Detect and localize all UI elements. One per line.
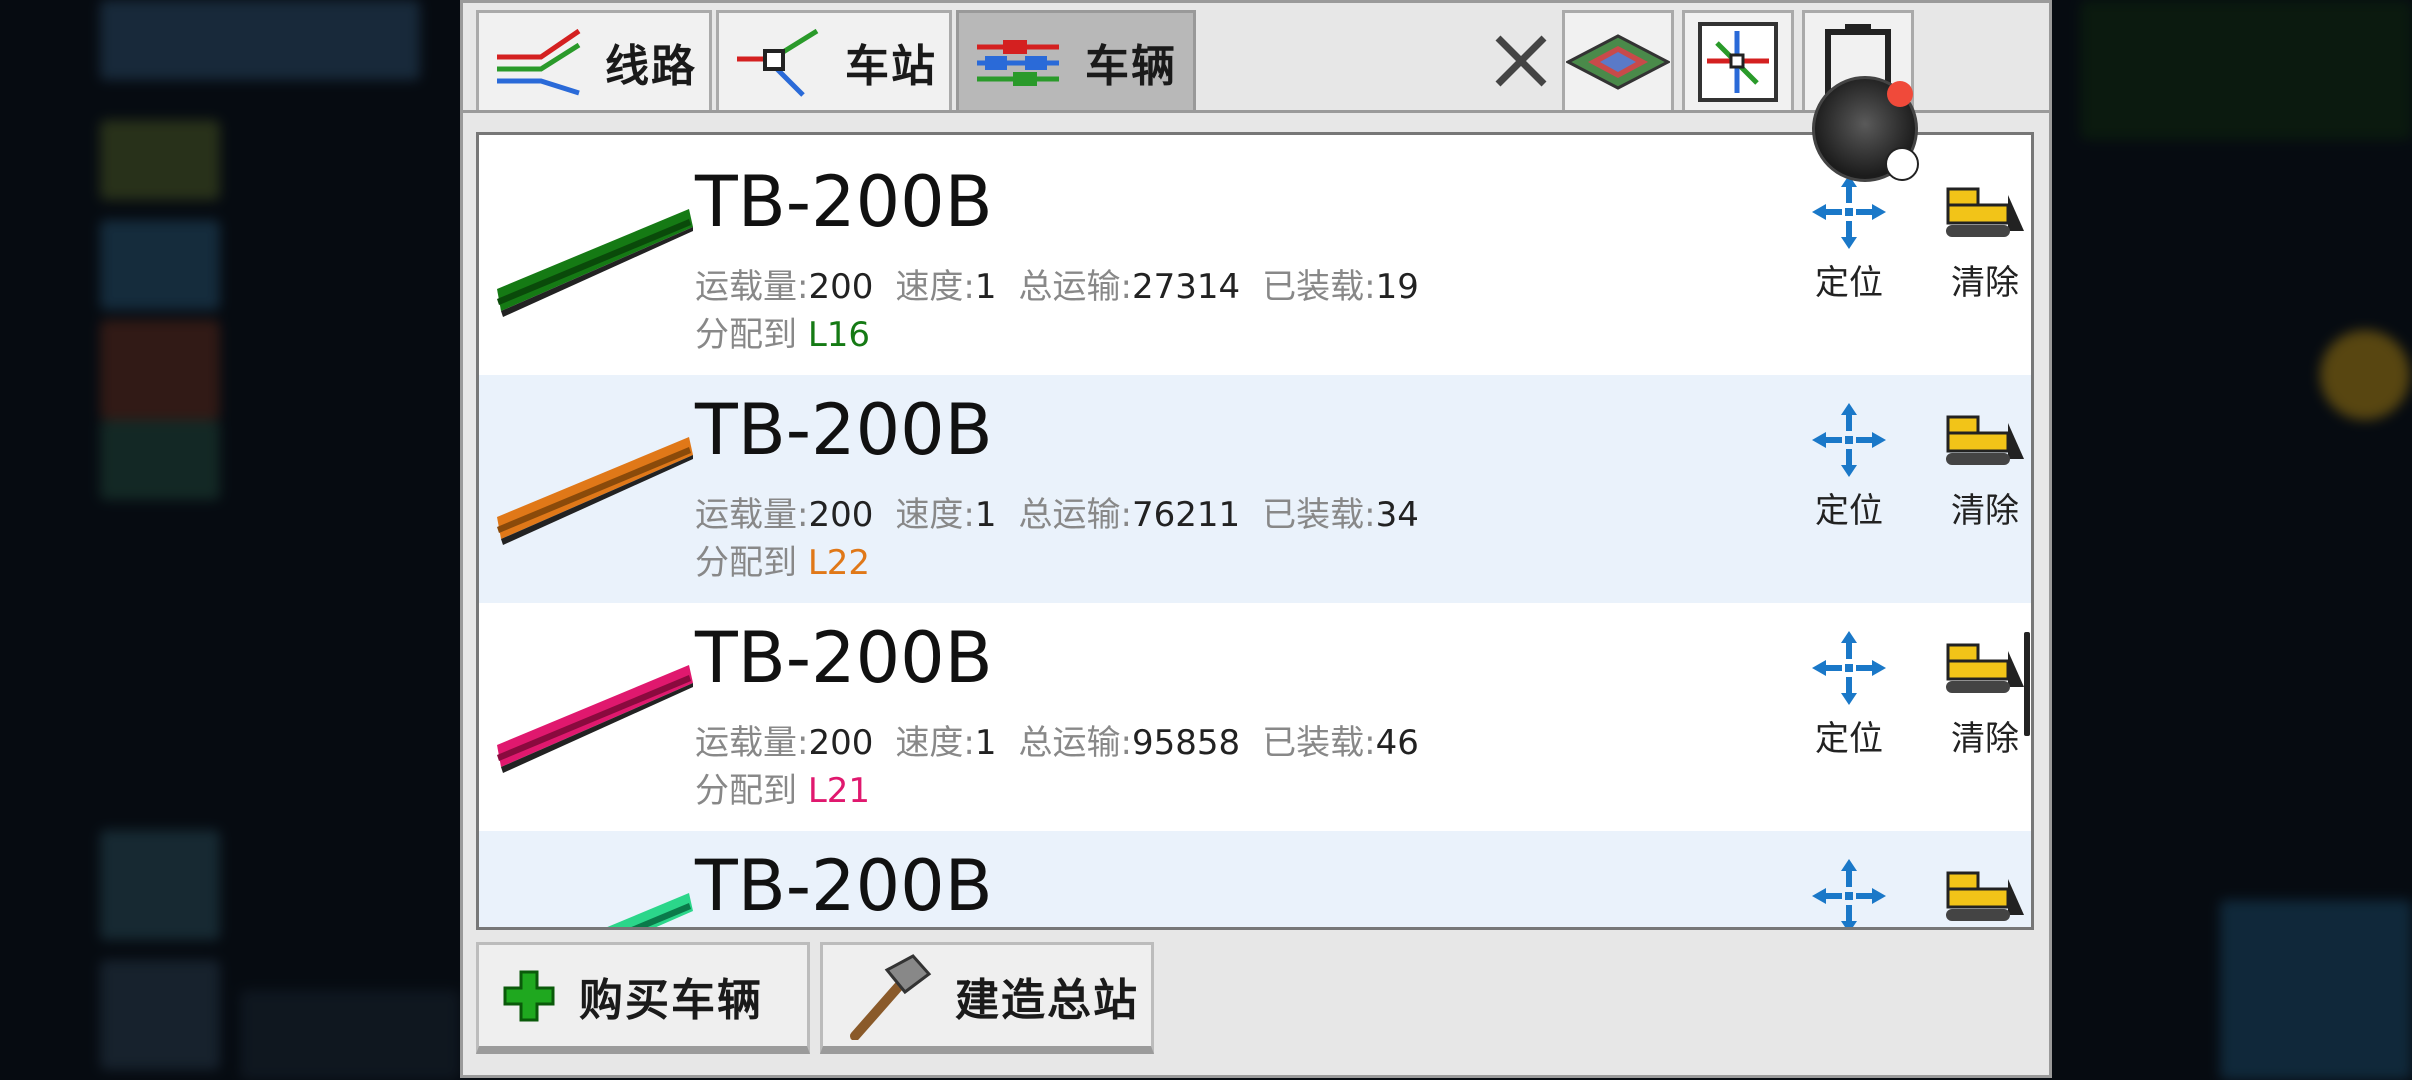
tab-lines-label: 线路: [605, 40, 697, 92]
locate-label: 定位: [1815, 263, 1883, 303]
bulldozer-icon: [1946, 871, 2024, 921]
vehicle-assignment: 分配到 L21: [695, 771, 871, 811]
tab-vehicles[interactable]: 车辆: [956, 10, 1196, 110]
vehicle-model: TB-200B: [695, 845, 993, 927]
vehicle-list[interactable]: TB-200B 运载量:200 速度:1 总运输:27314 已装载:19 分配到 L…: [476, 132, 2034, 930]
tab-stations-label: 车站: [845, 40, 937, 92]
bulldozer-icon: [1946, 643, 2024, 693]
line-label: L22: [807, 543, 871, 583]
locate-label: 定位: [1815, 719, 1883, 759]
tab-lines[interactable]: 线路: [476, 10, 712, 110]
vehicle-row[interactable]: TB-200B: [479, 831, 2031, 927]
header-divider: [460, 110, 2052, 113]
locate-button[interactable]: 定位: [1799, 403, 1899, 532]
vehicle-model: TB-200B: [695, 617, 993, 699]
vehicle-stats: 运载量:200 速度:1 总运输:27314 已装载:19: [695, 267, 1419, 307]
build-depot-label: 建造总站: [955, 974, 1139, 1026]
notification-dot: [1887, 81, 1913, 107]
vehicle-row[interactable]: TB-200B 运载量:200 速度:1 总运输:76211 已装载:34 分配到 L…: [479, 375, 2031, 603]
train-icon: [607, 893, 693, 927]
clear-button[interactable]: 清除: [1935, 403, 2031, 532]
clear-label: 清除: [1951, 719, 2019, 759]
tab-stations[interactable]: 车站: [716, 10, 952, 110]
tab-vehicles-label: 车辆: [1085, 40, 1177, 92]
vehicle-model: TB-200B: [695, 389, 993, 471]
locate-label: 定位: [1815, 491, 1883, 531]
clear-label: 清除: [1951, 491, 2019, 531]
bulldozer-icon: [1946, 187, 2024, 237]
train-icon: [497, 665, 693, 773]
close-button[interactable]: [1478, 18, 1564, 104]
bulldozer-icon: [1946, 415, 2024, 465]
buy-vehicle-button[interactable]: 购买车辆: [476, 942, 810, 1054]
close-icon: [1495, 35, 1547, 87]
clear-label: 清除: [1951, 263, 2019, 303]
vehicles-icon: [977, 39, 1059, 86]
vehicle-stats: 运载量:200 速度:1 总运输:95858 已装载:46: [695, 723, 1419, 763]
locate-button[interactable]: 定位: [1799, 631, 1899, 760]
list-scrollbar[interactable]: [2024, 632, 2030, 736]
vehicle-model: TB-200B: [695, 161, 993, 243]
isometric-map-icon: [1566, 33, 1670, 90]
hammer-icon: [850, 953, 932, 1040]
vehicle-assignment: 分配到 L22: [695, 543, 871, 583]
line-label: L21: [807, 771, 871, 811]
locate-icon: [1812, 631, 1886, 705]
vehicle-assignment: 分配到 L16: [695, 315, 871, 355]
map-view-button[interactable]: [1562, 10, 1674, 110]
vehicle-row[interactable]: TB-200B 运载量:200 速度:1 总运输:95858 已装载:46 分配到 L…: [479, 603, 2031, 831]
lines-icon: [497, 28, 581, 95]
locate-icon: [1812, 859, 1886, 927]
station-icon: [737, 28, 819, 97]
buy-vehicle-label: 购买车辆: [579, 974, 763, 1026]
vehicle-stats: 运载量:200 速度:1 总运输:76211 已装载:34: [695, 495, 1419, 535]
train-icon: [497, 437, 693, 545]
locate-icon: [1812, 403, 1886, 477]
plus-icon: [503, 970, 555, 1021]
clear-button[interactable]: [1935, 859, 2031, 927]
metro-map-button[interactable]: [1682, 10, 1794, 110]
floating-avatar[interactable]: [1812, 76, 1919, 182]
metro-map-icon: [1698, 21, 1778, 102]
locate-button[interactable]: 定位: [1799, 175, 1899, 304]
line-label: L16: [807, 315, 871, 355]
vehicle-row[interactable]: TB-200B 运载量:200 速度:1 总运输:27314 已装载:19 分配到 L…: [479, 147, 2031, 375]
train-icon: [497, 209, 693, 317]
penguin-icon: [1885, 147, 1919, 181]
build-depot-button[interactable]: 建造总站: [820, 942, 1154, 1054]
clear-button[interactable]: 清除: [1935, 175, 2031, 304]
locate-icon: [1812, 175, 1886, 249]
locate-button[interactable]: [1799, 859, 1899, 927]
clear-button[interactable]: 清除: [1935, 631, 2031, 760]
